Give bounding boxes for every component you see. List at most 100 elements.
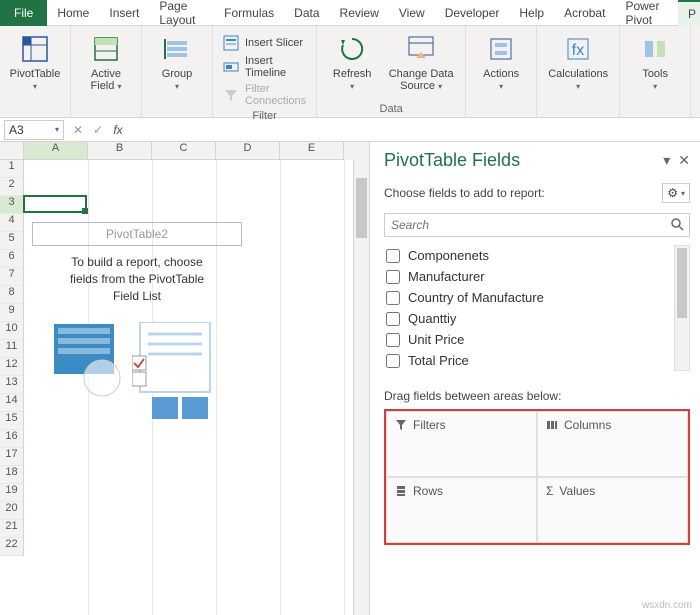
formula-input[interactable] bbox=[128, 120, 700, 140]
field-item[interactable]: Manufacturer bbox=[384, 266, 670, 287]
selected-cell[interactable] bbox=[23, 195, 87, 213]
filters-label: Filters bbox=[413, 418, 446, 432]
filters-area[interactable]: Filters bbox=[386, 411, 537, 477]
change-data-source-label: Change DataSource bbox=[389, 68, 454, 92]
row-header[interactable]: 5 bbox=[0, 232, 24, 250]
row-header[interactable]: 11 bbox=[0, 340, 24, 358]
row-header[interactable]: 3 bbox=[0, 196, 24, 214]
col-header-a[interactable]: A bbox=[24, 142, 88, 160]
active-field-button[interactable]: ActiveField ▾ bbox=[79, 30, 133, 92]
change-data-source-button[interactable]: Change DataSource ▾ bbox=[385, 30, 457, 92]
field-checkbox[interactable] bbox=[386, 354, 400, 368]
row-header[interactable]: 2 bbox=[0, 178, 24, 196]
tab-formulas[interactable]: Formulas bbox=[214, 0, 284, 26]
field-checkbox[interactable] bbox=[386, 333, 400, 347]
tab-power-pivot[interactable]: Power Pivot bbox=[615, 0, 678, 26]
insert-slicer-button[interactable]: Insert Slicer bbox=[221, 34, 308, 52]
row-header[interactable]: 20 bbox=[0, 502, 24, 520]
pane-options-icon[interactable]: ▾ bbox=[663, 152, 670, 169]
columns-icon bbox=[546, 419, 558, 431]
search-input[interactable] bbox=[384, 213, 690, 237]
fx-icon[interactable]: fx bbox=[108, 123, 128, 137]
file-tab[interactable]: File bbox=[0, 0, 47, 26]
calculations-label: Calculations bbox=[548, 68, 608, 80]
worksheet: A B C D E 1 2 3 4 5 6 7 8 9 10 11 12 13 … bbox=[0, 142, 370, 615]
row-header[interactable]: 4 bbox=[0, 214, 24, 232]
tab-insert[interactable]: Insert bbox=[99, 0, 149, 26]
rows-icon bbox=[395, 485, 407, 497]
filter-icon bbox=[395, 419, 407, 431]
col-header-c[interactable]: C bbox=[152, 142, 216, 160]
row-header[interactable]: 12 bbox=[0, 358, 24, 376]
row-header[interactable]: 21 bbox=[0, 520, 24, 538]
tab-help[interactable]: Help bbox=[509, 0, 554, 26]
row-header[interactable]: 17 bbox=[0, 448, 24, 466]
field-item[interactable]: Quanttiy bbox=[384, 308, 670, 329]
pivottable-label: PivotTable bbox=[10, 68, 61, 80]
dropdown-arrow-icon: ▾ bbox=[499, 82, 503, 91]
tab-data[interactable]: Data bbox=[284, 0, 329, 26]
field-label: Manufacturer bbox=[408, 269, 485, 284]
calculations-button[interactable]: fx Calculations▾ bbox=[545, 30, 611, 92]
col-header-b[interactable]: B bbox=[88, 142, 152, 160]
actions-button[interactable]: Actions▾ bbox=[474, 30, 528, 92]
pane-subtitle: Choose fields to add to report: bbox=[384, 186, 545, 200]
row-header[interactable]: 22 bbox=[0, 538, 24, 556]
columns-area[interactable]: Columns bbox=[537, 411, 688, 477]
tools-icon bbox=[638, 32, 672, 66]
field-checkbox[interactable] bbox=[386, 249, 400, 263]
tab-view[interactable]: View bbox=[389, 0, 435, 26]
tab-review[interactable]: Review bbox=[330, 0, 389, 26]
row-header[interactable]: 10 bbox=[0, 322, 24, 340]
tab-acrobat[interactable]: Acrobat bbox=[554, 0, 615, 26]
select-all-corner[interactable] bbox=[0, 142, 24, 160]
name-box[interactable]: A3 ▾ bbox=[4, 120, 64, 140]
row-header[interactable]: 13 bbox=[0, 376, 24, 394]
row-header[interactable]: 1 bbox=[0, 160, 24, 178]
scrollbar-thumb[interactable] bbox=[356, 178, 367, 238]
tab-pivottable-analyze[interactable]: P bbox=[678, 0, 700, 26]
row-header[interactable]: 9 bbox=[0, 304, 24, 322]
sheet-scrollbar[interactable] bbox=[353, 160, 369, 615]
field-item[interactable]: Total Price bbox=[384, 350, 670, 371]
col-header-e[interactable]: E bbox=[280, 142, 344, 160]
dropdown-arrow-icon: ▾ bbox=[33, 82, 37, 91]
layout-gear-button[interactable]: ⚙ ▾ bbox=[662, 183, 690, 203]
scrollbar-thumb[interactable] bbox=[677, 248, 687, 318]
col-header-d[interactable]: D bbox=[216, 142, 280, 160]
enter-formula-icon[interactable]: ✓ bbox=[88, 123, 108, 137]
row-header[interactable]: 7 bbox=[0, 268, 24, 286]
pivottable-button[interactable]: PivotTable ▾ bbox=[8, 30, 62, 92]
refresh-button[interactable]: Refresh▾ bbox=[325, 30, 379, 92]
tab-page-layout[interactable]: Page Layout bbox=[149, 0, 214, 26]
row-header[interactable]: 8 bbox=[0, 286, 24, 304]
field-list-scrollbar[interactable] bbox=[674, 245, 690, 371]
field-item[interactable]: Componenets bbox=[384, 245, 670, 266]
tab-developer[interactable]: Developer bbox=[435, 0, 510, 26]
group-calculations: fx Calculations▾ bbox=[537, 26, 620, 117]
field-item[interactable]: Unit Price bbox=[384, 329, 670, 350]
tools-button[interactable]: Tools▾ bbox=[628, 30, 682, 92]
field-item[interactable]: Country of Manufacture bbox=[384, 287, 670, 308]
search-icon[interactable] bbox=[670, 217, 684, 231]
cell-grid[interactable]: PivotTable2 To build a report, choose fi… bbox=[24, 160, 353, 615]
row-header[interactable]: 6 bbox=[0, 250, 24, 268]
field-checkbox[interactable] bbox=[386, 270, 400, 284]
rows-area[interactable]: Rows bbox=[386, 477, 537, 543]
field-checkbox[interactable] bbox=[386, 291, 400, 305]
tab-home[interactable]: Home bbox=[47, 0, 99, 26]
values-area[interactable]: ΣValues bbox=[537, 477, 688, 543]
close-icon[interactable]: ✕ bbox=[678, 152, 690, 169]
row-header[interactable]: 15 bbox=[0, 412, 24, 430]
field-checkbox[interactable] bbox=[386, 312, 400, 326]
file-tab-label: File bbox=[14, 6, 33, 20]
row-header[interactable]: 19 bbox=[0, 484, 24, 502]
row-header[interactable]: 16 bbox=[0, 430, 24, 448]
row-header[interactable]: 18 bbox=[0, 466, 24, 484]
name-box-value: A3 bbox=[9, 123, 24, 137]
refresh-label: Refresh bbox=[333, 68, 372, 80]
row-header[interactable]: 14 bbox=[0, 394, 24, 412]
cancel-formula-icon[interactable]: ✕ bbox=[68, 123, 88, 137]
group-button[interactable]: Group▾ bbox=[150, 30, 204, 92]
insert-timeline-button[interactable]: Insert Timeline bbox=[221, 54, 308, 80]
